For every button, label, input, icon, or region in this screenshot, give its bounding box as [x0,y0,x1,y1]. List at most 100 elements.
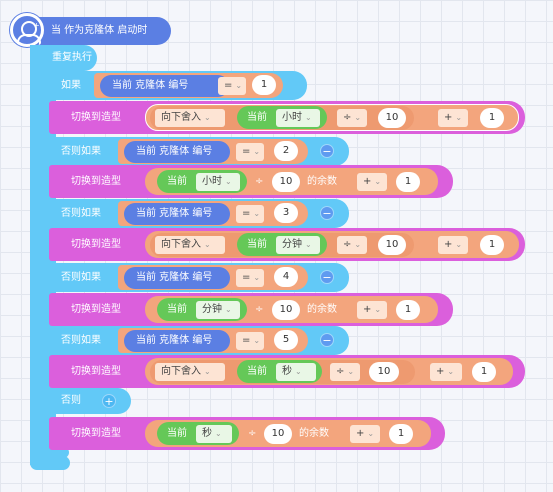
chevron-down-icon: ⌄ [374,177,382,186]
value-input[interactable]: 4 [274,267,298,287]
operator-select[interactable]: ÷ ⌄ [337,236,367,254]
operator-select[interactable]: + ⌄ [430,363,462,381]
value-input[interactable]: 10 [378,108,406,128]
repeat-forever-block[interactable]: 重复执行 [30,45,97,71]
remove-branch-button[interactable]: − [320,206,334,220]
chevron-down-icon: ⌄ [455,113,463,122]
chevron-down-icon: ⌄ [225,305,232,314]
chevron-down-icon: ⌄ [305,113,312,122]
time-unit-select[interactable]: 秒 ⌄ [276,363,316,381]
current-label: 当前 [247,366,267,377]
chevron-down-icon: ⌄ [447,367,455,376]
operator-value: = [224,80,233,91]
clone-number-label: 当前 克隆体 编号 [112,80,189,91]
chevron-down-icon: ⌄ [253,273,261,282]
unit-value: 秒 [282,366,292,377]
value-input[interactable]: 10 [272,300,300,320]
operator-value: + [363,304,372,315]
operator-select[interactable]: + ⌄ [357,173,387,191]
else-label: 否则 [61,395,81,406]
chevron-down-icon: ⌄ [204,113,211,122]
else-if-label: 否则如果 [61,272,101,283]
operator-select[interactable]: + ⌄ [357,301,387,319]
chevron-down-icon: ⌄ [367,429,375,438]
time-unit-select[interactable]: 分钟 ⌄ [196,301,240,319]
operator-select[interactable]: ÷ ⌄ [337,109,367,127]
unit-value: 分钟 [202,304,222,315]
operator-value: + [363,176,372,187]
floor-select[interactable]: 向下舍入 ⌄ [155,363,225,381]
operator-value: = [242,335,251,346]
operator-value: + [436,366,445,377]
value-input[interactable]: 10 [264,424,292,444]
floor-select[interactable]: 向下舍入 ⌄ [155,109,225,127]
switch-label: 切换到造型 [71,176,121,187]
value-input[interactable]: 1 [389,424,413,444]
chevron-down-icon: ⌄ [347,367,355,376]
time-unit-select[interactable]: 小时 ⌄ [276,109,320,127]
value-input[interactable]: 1 [252,75,276,95]
value-input[interactable]: 1 [396,172,420,192]
switch-label: 切换到造型 [71,304,121,315]
repeat-loop-foot [30,456,70,470]
operator-value: = [242,146,251,157]
mod-label: 的余数 [307,176,337,187]
clone-number-reporter[interactable]: 当前 克隆体 编号 [100,75,229,97]
else-block[interactable]: 否则 [43,388,131,414]
value-input[interactable]: 10 [369,362,399,382]
operator-select[interactable]: + ⌄ [438,109,468,127]
clone-number-reporter[interactable]: 当前 克隆体 编号 [124,267,230,289]
value-input[interactable]: 1 [472,362,496,382]
time-unit-select[interactable]: 小时 ⌄ [196,173,240,191]
operator-select[interactable]: = ⌄ [218,77,246,95]
value-input[interactable]: 10 [378,235,406,255]
time-unit-select[interactable]: 分钟 ⌄ [276,236,320,254]
time-unit-select[interactable]: 秒 ⌄ [196,425,232,443]
operator-value: ÷ [336,366,345,377]
chevron-down-icon: ⌄ [225,177,232,186]
remove-branch-button[interactable]: − [320,333,334,347]
clone-number-reporter[interactable]: 当前 克隆体 编号 [124,141,230,163]
operator-select[interactable]: = ⌄ [236,205,264,223]
value-input[interactable]: 1 [480,108,504,128]
operator-select[interactable]: ÷ ⌄ [330,363,360,381]
operator-select[interactable]: = ⌄ [236,143,264,161]
operator-select[interactable]: + ⌄ [438,236,468,254]
current-label: 当前 [167,428,187,439]
operator-value: = [242,208,251,219]
floor-value: 向下舍入 [161,366,201,377]
chevron-down-icon: ⌄ [305,240,312,249]
clone-number-reporter[interactable]: 当前 克隆体 编号 [124,203,230,225]
operator-value: + [356,428,365,439]
divide-sign: ÷ [255,304,264,315]
current-label: 当前 [167,304,187,315]
current-label: 当前 [247,239,267,250]
remove-branch-button[interactable]: − [320,144,334,158]
chevron-down-icon: ⌄ [204,240,211,249]
unit-value: 小时 [202,176,222,187]
value-input[interactable]: 2 [274,141,298,161]
operator-select[interactable]: = ⌄ [236,332,264,350]
current-label: 当前 [247,112,267,123]
repeat-loop-bar [30,45,43,465]
current-label: 当前 [167,176,187,187]
operator-select[interactable]: + ⌄ [350,425,380,443]
value-input[interactable]: 3 [274,203,298,223]
unit-value: 秒 [202,428,212,439]
value-input[interactable]: 5 [274,330,298,350]
add-branch-button[interactable]: + [102,394,116,408]
clone-number-label: 当前 克隆体 编号 [136,272,213,283]
value-input[interactable]: 1 [396,300,420,320]
chevron-down-icon: ⌄ [253,336,261,345]
clone-person-icon: + [10,13,44,47]
clone-number-reporter[interactable]: 当前 克隆体 编号 [124,330,230,352]
remove-branch-button[interactable]: − [320,270,334,284]
value-input[interactable]: 1 [480,235,504,255]
operator-select[interactable]: = ⌄ [236,269,264,287]
value-input[interactable]: 10 [272,172,300,192]
else-if-label: 否则如果 [61,208,101,219]
mod-label: 的余数 [307,304,337,315]
floor-select[interactable]: 向下舍入 ⌄ [155,236,225,254]
floor-value: 向下舍入 [161,112,201,123]
chevron-down-icon: ⌄ [374,305,382,314]
